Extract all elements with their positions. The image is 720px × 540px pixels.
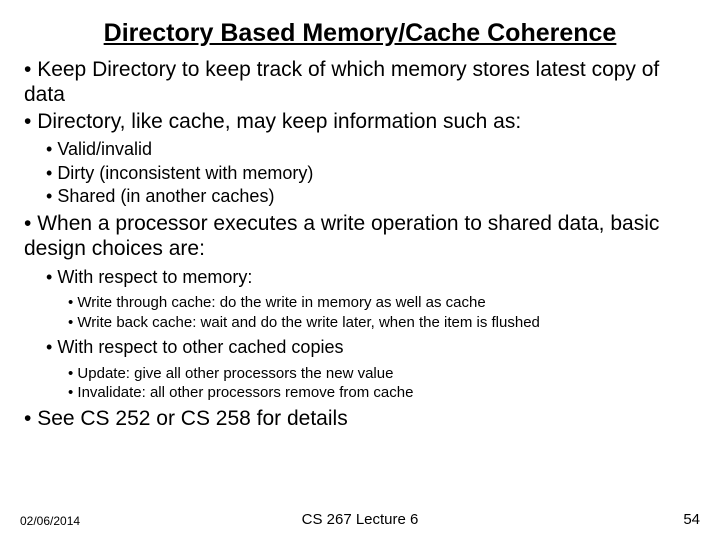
bullet-list-level1: When a processor executes a write operat… bbox=[0, 212, 720, 262]
footer-page-number: 54 bbox=[683, 511, 700, 528]
bullet-item: Keep Directory to keep track of which me… bbox=[24, 58, 700, 108]
bullet-item: When a processor executes a write operat… bbox=[24, 212, 700, 262]
bullet-item: Invalidate: all other processors remove … bbox=[68, 383, 700, 403]
bullet-item: Write back cache: wait and do the write … bbox=[68, 313, 700, 333]
bullet-item: Dirty (inconsistent with memory) bbox=[46, 162, 700, 185]
bullet-list-level2: Valid/invalid Dirty (inconsistent with m… bbox=[0, 138, 720, 208]
bullet-list-level3: Update: give all other processors the ne… bbox=[0, 364, 720, 403]
bullet-item: Write through cache: do the write in mem… bbox=[68, 293, 700, 313]
slide-title: Directory Based Memory/Cache Coherence bbox=[40, 18, 680, 48]
bullet-list-level1: See CS 252 or CS 258 for details bbox=[0, 407, 720, 432]
bullet-item: Shared (in another caches) bbox=[46, 185, 700, 208]
bullet-list-level2: With respect to other cached copies bbox=[0, 336, 720, 359]
slide: Directory Based Memory/Cache Coherence K… bbox=[0, 0, 720, 540]
bullet-item: With respect to memory: bbox=[46, 266, 700, 289]
bullet-list-level2: With respect to memory: bbox=[0, 266, 720, 289]
bullet-item: Valid/invalid bbox=[46, 138, 700, 161]
bullet-item: With respect to other cached copies bbox=[46, 336, 700, 359]
bullet-list-level3: Write through cache: do the write in mem… bbox=[0, 293, 720, 332]
bullet-item: Update: give all other processors the ne… bbox=[68, 364, 700, 384]
bullet-item: Directory, like cache, may keep informat… bbox=[24, 110, 700, 135]
footer-center: CS 267 Lecture 6 bbox=[0, 511, 720, 528]
bullet-item: See CS 252 or CS 258 for details bbox=[24, 407, 700, 432]
bullet-list-level1: Keep Directory to keep track of which me… bbox=[0, 58, 720, 134]
